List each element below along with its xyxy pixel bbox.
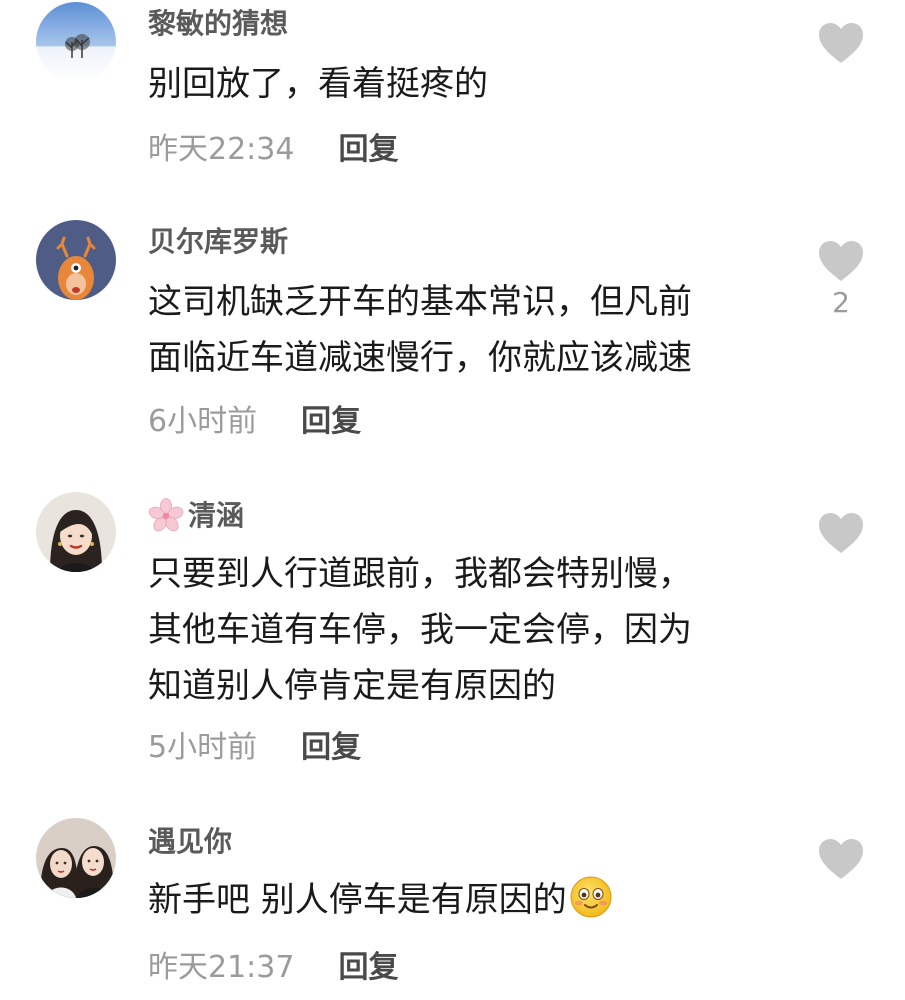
smiling-face-emoji-icon [569,875,613,919]
timestamp: 5小时前 [148,730,258,765]
comment-line: 这司机缺乏开车的基本常识，但凡前 [148,282,692,322]
comment-text: 别回放了，看着挺疼的 [148,56,768,112]
heart-icon [819,839,863,879]
comment-line: 面临近车道减速慢行，你就应该减速 [148,338,692,378]
avatar[interactable] [36,818,116,898]
avatar[interactable] [36,220,116,300]
snowy-trees-icon [36,2,116,82]
comment-meta: 6小时前 回复 [148,402,361,442]
username-text: 黎敏的猜想 [148,7,289,40]
reply-button[interactable]: 回复 [301,402,361,442]
like-button[interactable] [814,22,868,64]
username-text: 遇见你 [148,825,233,858]
like-button[interactable]: 2 [814,240,868,320]
avatar[interactable] [36,492,116,572]
avatar[interactable] [36,2,116,82]
comment-text: 这司机缺乏开车的基本常识，但凡前 面临近车道减速慢行，你就应该减速 [148,274,768,386]
cartoon-deer-icon [36,220,116,300]
comment-line: 别回放了，看着挺疼的 [148,64,488,104]
two-women-icon [36,818,116,898]
username[interactable]: 黎敏的猜想 [148,6,288,42]
comment-line: 新手吧 别人停车是有原因的 [148,872,768,928]
timestamp: 昨天22:34 [148,132,295,167]
reply-button[interactable]: 回复 [338,948,398,988]
reply-button[interactable]: 回复 [301,728,361,768]
comment-text: 只要到人行道跟前，我都会特别慢， 其他车道有车停，我一定会停，因为 知道别人停肯… [148,546,768,714]
like-count: 2 [832,286,850,319]
like-button[interactable] [814,838,868,880]
username[interactable]: 清涵 [148,498,244,534]
comment-line: 知道别人停肯定是有原因的 [148,666,556,706]
comment-line-text: 新手吧 别人停车是有原因的 [148,880,567,920]
heart-icon [819,23,863,63]
username[interactable]: 贝尔库罗斯 [148,224,288,260]
comment-meta: 5小时前 回复 [148,728,361,768]
username[interactable]: 遇见你 [148,824,232,860]
cherry-blossom-icon [148,498,184,534]
comment-line: 只要到人行道跟前，我都会特别慢， [148,554,692,594]
comment-line: 其他车道有车停，我一定会停，因为 [148,610,692,650]
username-text: 贝尔库罗斯 [148,225,289,258]
timestamp: 昨天21:37 [148,950,295,985]
heart-icon [819,513,863,553]
like-button[interactable] [814,512,868,554]
timestamp: 6小时前 [148,404,258,439]
reply-button[interactable]: 回复 [338,130,398,170]
username-text: 清涵 [188,499,245,532]
comment-text: 新手吧 别人停车是有原因的 [148,872,768,928]
comment-meta: 昨天21:37 回复 [148,948,398,988]
heart-icon [819,241,863,281]
comment-meta: 昨天22:34 回复 [148,130,398,170]
woman-portrait-icon [36,492,116,572]
